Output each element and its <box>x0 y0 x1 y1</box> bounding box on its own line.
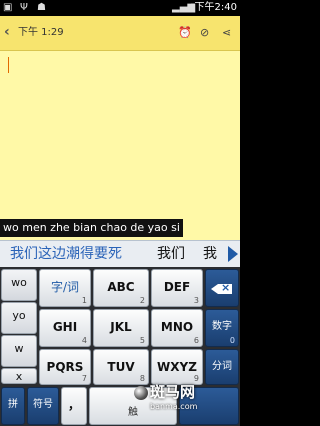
digits-button[interactable]: 数字 0 <box>205 309 239 347</box>
watermark-brand: 斑马网 <box>150 383 196 401</box>
pinyin-option[interactable]: w <box>1 335 37 367</box>
key-def[interactable]: DEF 3 <box>151 269 203 307</box>
candidate-item[interactable]: 我们这边潮得要死 <box>10 245 122 263</box>
split-button[interactable]: 分词 <box>205 349 239 385</box>
share-icon[interactable]: ⋖ <box>222 26 231 40</box>
keyboard: wo yo w x 字/词1 ABC2 DEF3 GHI4 JKL5 MNO6 … <box>0 267 240 426</box>
composition-area: wo men zhe bian chao de yao si <box>0 216 240 240</box>
key-tuv[interactable]: TUV 8 <box>93 349 149 385</box>
key-ghi[interactable]: GHI 4 <box>39 309 91 347</box>
key-wxyz[interactable]: WXYZ 9 <box>151 349 203 385</box>
symbol-button[interactable]: 符号 <box>27 387 59 425</box>
note-editor[interactable] <box>0 51 240 216</box>
candidate-bar: 我们这边潮得要死 我们 我 <box>0 240 240 268</box>
key-pqrs[interactable]: PQRS 7 <box>39 349 91 385</box>
candidate-item[interactable]: 我们 <box>157 245 185 263</box>
key-jkl[interactable]: JKL 5 <box>93 309 149 347</box>
expand-candidates-icon[interactable] <box>228 246 238 262</box>
notification-icon: ▣ <box>3 2 13 13</box>
status-time: 下午2:40 <box>194 2 237 13</box>
usb-icon: Ψ <box>20 2 28 13</box>
back-icon[interactable]: ‹ <box>4 24 10 40</box>
pinyin-composition: wo men zhe bian chao de yao si <box>0 219 183 237</box>
alarm-icon[interactable]: ⏰ <box>178 26 192 40</box>
note-header: ‹ 下午 1:29 ⏰ ⊘ ⋖ <box>0 16 240 51</box>
text-cursor <box>8 57 9 73</box>
watermark-url: banma.com <box>150 402 198 411</box>
android-debug-icon: ☗ <box>37 2 46 13</box>
pinyin-option[interactable]: yo <box>1 302 37 334</box>
watermark-logo-icon <box>134 386 148 400</box>
pinyin-option[interactable]: x <box>1 368 37 384</box>
key-abc[interactable]: ABC 2 <box>93 269 149 307</box>
backspace-button[interactable] <box>205 269 239 307</box>
attachment-icon[interactable]: ⊘ <box>200 26 209 40</box>
backspace-icon <box>211 281 232 295</box>
candidate-item[interactable]: 我 <box>203 245 217 263</box>
note-timestamp: 下午 1:29 <box>18 27 64 38</box>
language-switch-button[interactable]: 拼 <box>1 387 25 425</box>
status-bar: ▣ Ψ ☗ ▂▄▆ ▮ 下午2:40 <box>0 0 240 16</box>
key-word-toggle[interactable]: 字/词 1 <box>39 269 91 307</box>
comma-key[interactable]: ， <box>61 387 87 425</box>
pinyin-option[interactable]: wo <box>1 269 37 301</box>
key-mno[interactable]: MNO 6 <box>151 309 203 347</box>
